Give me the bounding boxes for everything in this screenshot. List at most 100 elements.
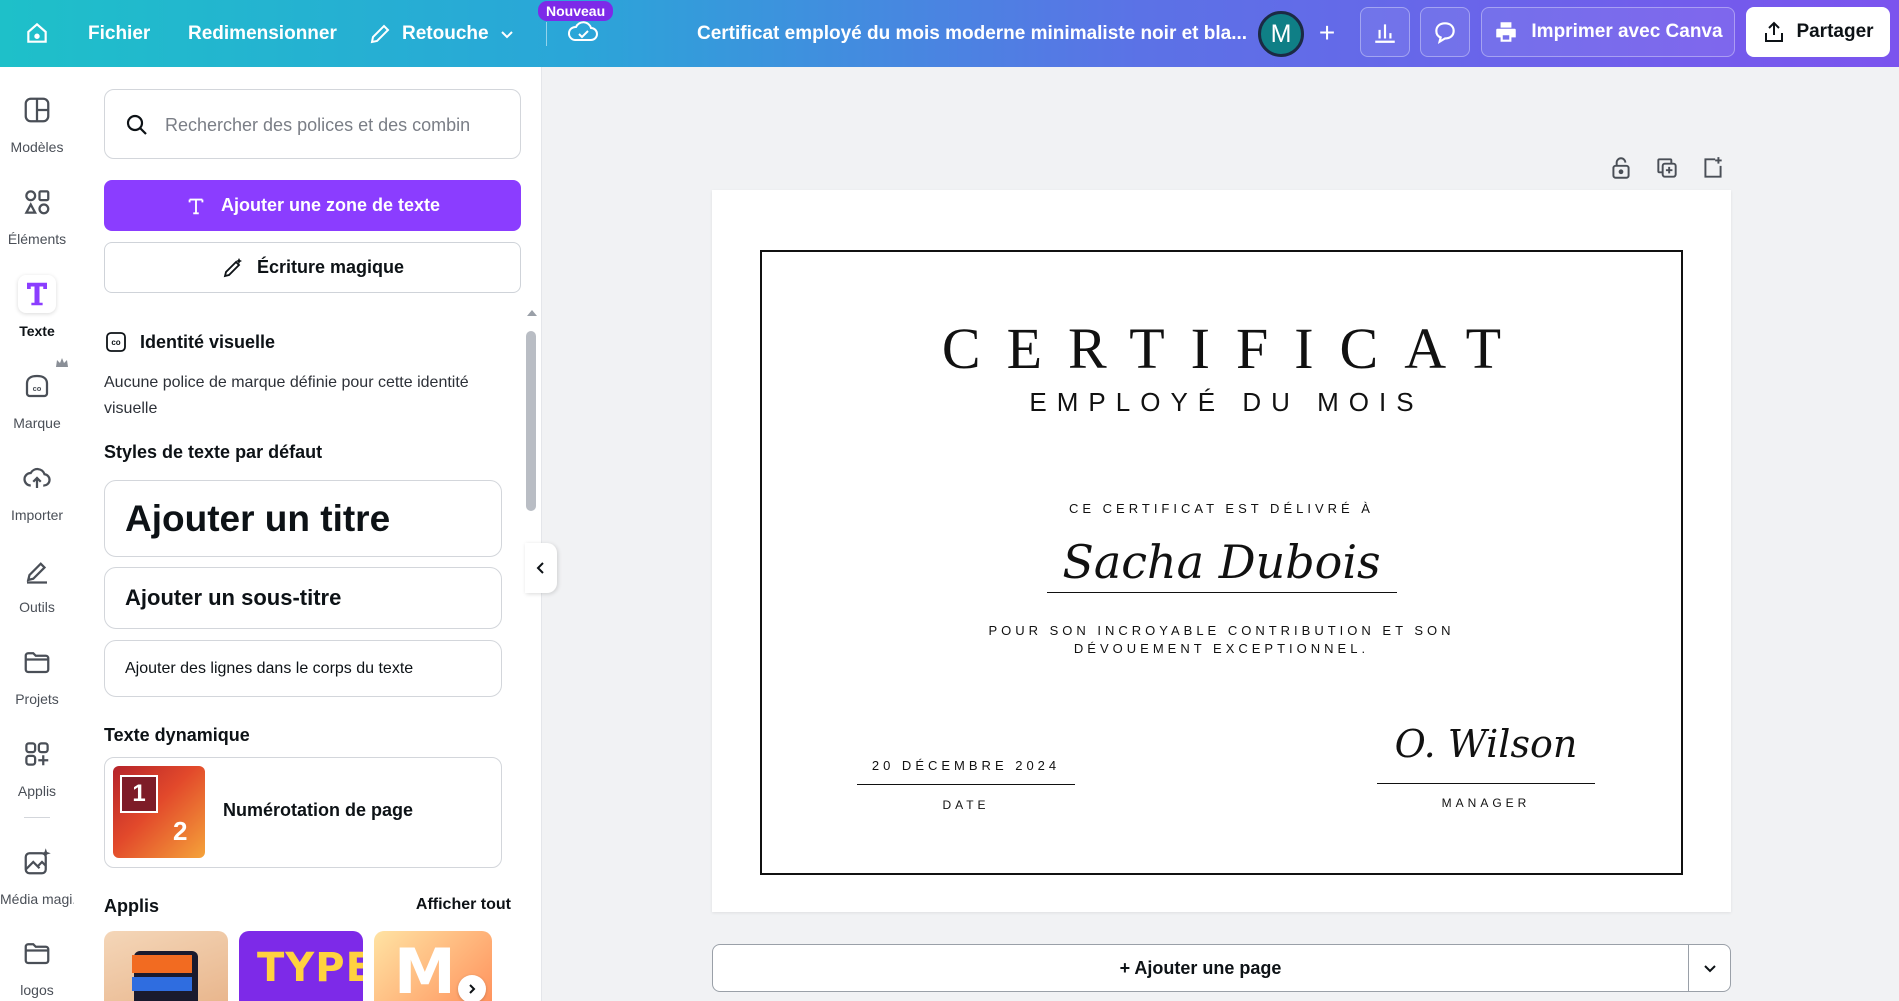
bar-chart-icon [1375,24,1395,43]
divider [546,22,547,46]
rail-item-upload[interactable]: Importer [0,435,74,523]
dynamic-text-heading: Texte dynamique [104,725,250,745]
apps-icon [25,742,49,766]
print-button-label: Imprimer avec Canva [1531,21,1723,42]
reason-line: DÉVOUEMENT EXCEPTIONNEL. [1073,641,1370,656]
app-thumbnail[interactable]: TYPE [239,931,363,1001]
svg-text:co: co [33,384,42,393]
see-all-link[interactable]: Afficher tout [416,896,511,914]
manager-label[interactable]: MANAGER [1377,796,1595,810]
add-collaborator-button[interactable]: + [1306,12,1348,54]
date-underline [857,784,1075,785]
add-page-bar: + Ajouter une page [712,944,1731,992]
add-subtitle-card[interactable]: Ajouter un sous-titre [104,567,502,629]
search-input[interactable] [165,110,505,140]
default-styles-heading: Styles de texte par défaut [104,442,323,462]
date-label[interactable]: DATE [857,798,1075,812]
rail-label: Modèles [10,139,64,155]
rail-item-elements[interactable]: Éléments [0,159,74,247]
top-bar: Fichier Redimensionner Retouche Nouveau … [0,0,1899,67]
file-menu[interactable]: Fichier [88,0,150,67]
brand-description: Aucune police de marque définie pour cet… [104,374,469,417]
avatar[interactable]: M [1258,11,1304,57]
edit-menu-label: Retouche [402,22,489,44]
rail-item-brand[interactable]: co Marque [0,343,74,431]
rail-label: Applis [17,783,57,799]
duplicate-page-icon[interactable] [1654,155,1680,181]
name-underline [1047,592,1397,593]
magic-write-button[interactable]: Écriture magique [104,242,521,293]
certificate-title[interactable]: CERTIFICAT [712,315,1731,382]
brand-heading: Identité visuelle [140,331,276,352]
print-button[interactable]: Imprimer avec Canva [1481,7,1735,57]
rail-label: Marque [13,415,61,431]
app-thumbnail-art: TYPE [257,945,363,991]
rail-item-text[interactable]: Texte [0,251,74,339]
collapse-panel-button[interactable] [525,543,557,593]
printer-icon [1496,22,1517,42]
home-icon[interactable] [22,18,52,48]
resize-menu[interactable]: Redimensionner [188,0,337,67]
magic-pen-icon [223,257,242,277]
rail-item-templates[interactable]: Modèles [0,67,74,155]
thumbnail-number-one: 1 [120,775,158,813]
templates-icon [24,97,50,123]
panel-scrollbar[interactable] [526,331,536,511]
add-page-icon[interactable] [1700,155,1726,181]
brand-section-header: co Identité visuelle [104,330,275,354]
rail-item-magic-media[interactable]: Média magi... [0,819,74,907]
document-title[interactable]: Certificat employé du mois moderne minim… [697,0,1247,67]
certificate-date[interactable]: 20 DÉCEMBRE 2024 [857,758,1075,773]
left-rail: Modèles Éléments Texte co Marque Importe… [0,67,74,1001]
rail-item-tools[interactable]: Outils [0,527,74,615]
page-toolbar [1608,155,1726,181]
insights-button[interactable] [1360,7,1410,57]
chevron-left-icon [536,562,544,574]
comments-button[interactable] [1420,7,1470,57]
chevron-right-icon [469,984,476,994]
app-thumbnail-art [132,977,192,991]
add-subtitle-label: Ajouter un sous-titre [125,585,342,610]
add-textbox-button[interactable]: Ajouter une zone de texte [104,180,521,231]
app-thumbnail[interactable] [104,931,228,1001]
brand-kit-icon: co [106,332,126,352]
scroll-up-arrow[interactable] [527,310,537,316]
app-thumbnail[interactable]: M [374,931,492,1001]
share-button[interactable]: Partager [1746,7,1890,57]
issued-to-text[interactable]: CE CERTIFICAT EST DÉLIVRÉ À [712,501,1731,516]
manager-signature[interactable]: O. Wilson [1377,722,1595,766]
add-title-card[interactable]: Ajouter un titre [104,480,502,557]
chevron-down-icon [1703,965,1716,973]
rail-item-projects[interactable]: Projets [0,619,74,707]
share-button-label: Partager [1796,21,1874,42]
certificate-subtitle[interactable]: EMPLOYÉ DU MOIS [712,387,1731,418]
design-page[interactable]: CERTIFICAT EMPLOYÉ DU MOIS CE CERTIFICAT… [712,190,1731,912]
app-thumbnail-art [132,955,192,973]
app-thumbnail-art: M [394,935,456,1001]
text-icon [188,198,204,214]
rail-item-logos[interactable]: logos [0,910,74,998]
page-numbering-card[interactable]: 1 2 Numérotation de page [104,757,502,868]
edit-menu[interactable]: Retouche [368,0,515,67]
rail-label: Importer [10,507,64,523]
add-title-label: Ajouter un titre [125,497,391,539]
rail-divider [24,817,50,818]
text-panel: Ajouter une zone de texte Écriture magiq… [74,67,542,1001]
carousel-next-button[interactable] [458,975,486,1001]
cloud-save-icon[interactable] [567,16,599,51]
font-search[interactable] [104,89,521,159]
apps-heading: Applis [104,896,160,916]
chevron-down-icon [500,30,513,38]
page-numbering-thumbnail: 1 2 [113,766,205,858]
add-page-button[interactable]: + Ajouter une page [713,958,1688,979]
add-body-card[interactable]: Ajouter des lignes dans le corps du text… [104,640,502,697]
certificate-reason[interactable]: POUR SON INCROYABLE CONTRIBUTION ET SON … [712,622,1731,658]
rail-item-apps[interactable]: Applis [0,711,74,799]
rail-label: logos [20,982,54,998]
lock-icon[interactable] [1608,155,1634,181]
recipient-name[interactable]: Sacha Dubois [712,535,1731,589]
thumbnail-number-two: 2 [173,816,188,846]
text-icon [27,282,47,306]
comment-icon [1435,22,1455,45]
add-page-options-button[interactable] [1688,945,1730,991]
